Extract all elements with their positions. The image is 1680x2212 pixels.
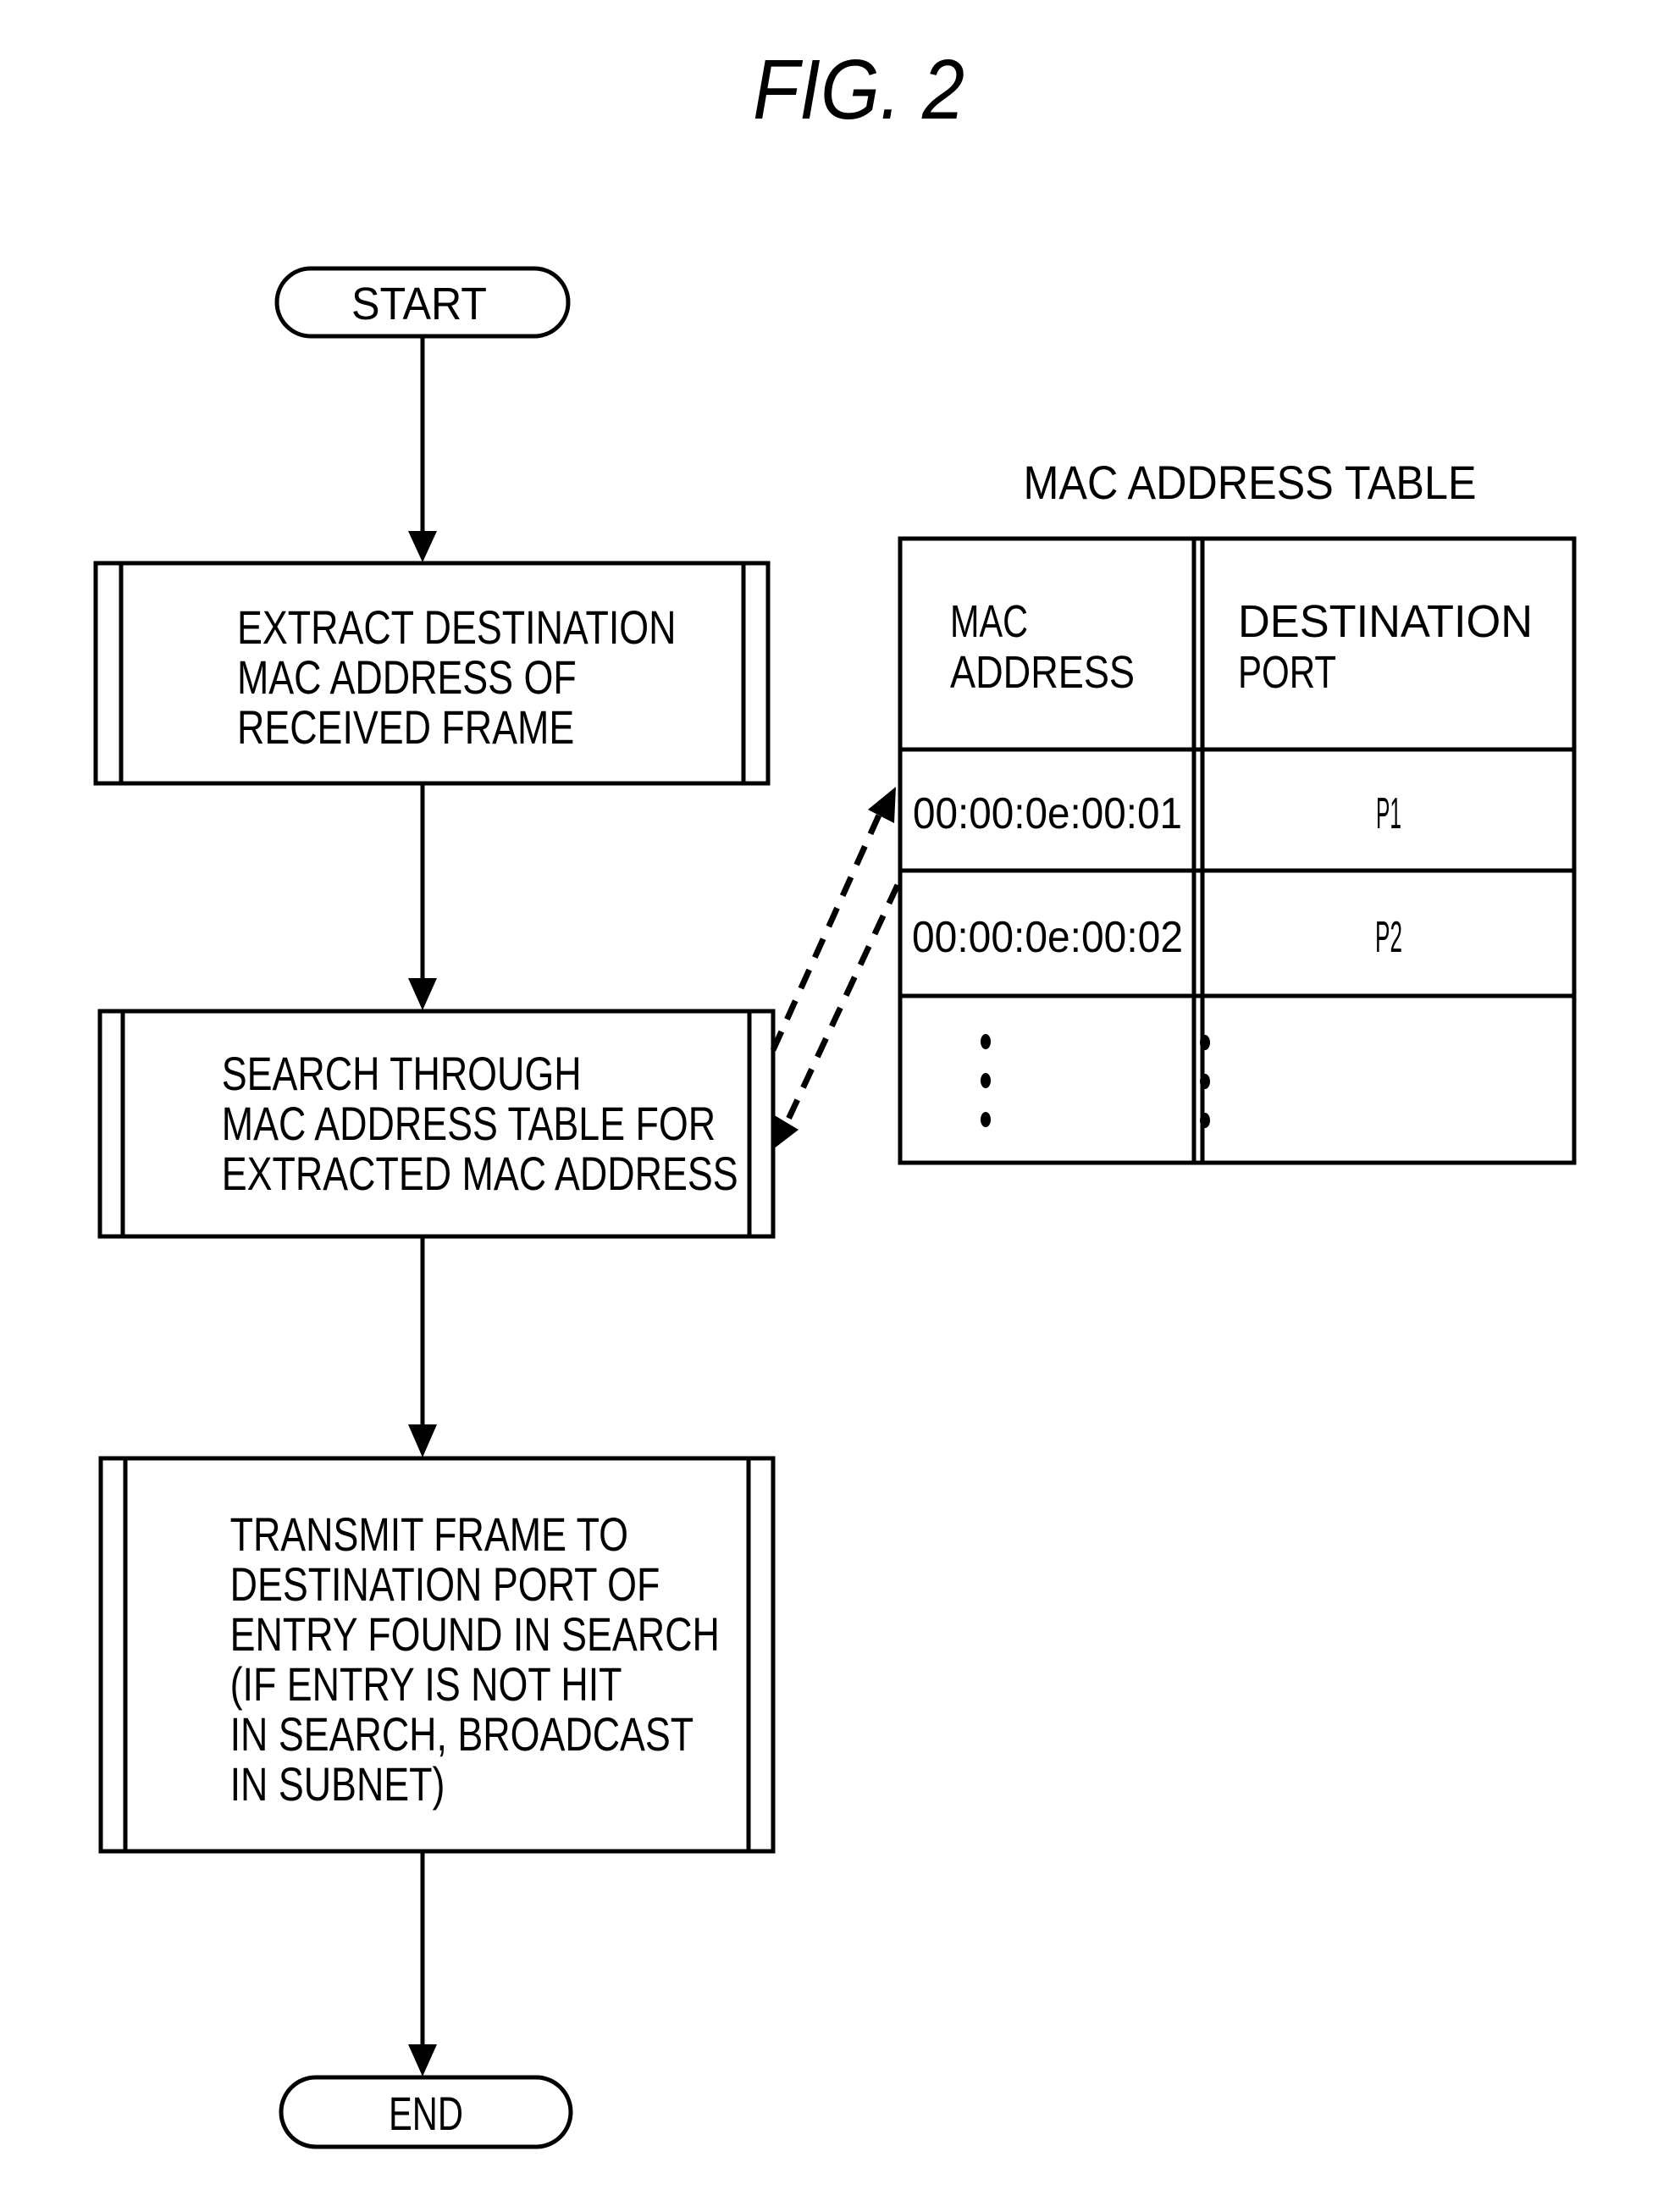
table-row-continuation xyxy=(981,1034,1210,1128)
connector-step2-to-step3 xyxy=(408,1236,437,1457)
start-terminal: START xyxy=(274,266,571,339)
connector-step3-to-end xyxy=(408,1851,437,2077)
step-text-line: ENTRY FOUND IN SEARCH xyxy=(230,1607,720,1661)
figure-title: FIG. 2 xyxy=(753,42,964,137)
mac-address-table: MAC ADDRESS DESTINATION PORT 00:00:0e:00… xyxy=(898,536,1577,1165)
table-header-destination-port: DESTINATION PORT xyxy=(1238,596,1533,698)
lookup-result-arrow xyxy=(773,883,901,1149)
step-text-line: RECEIVED FRAME xyxy=(237,700,574,754)
step-text-line: IN SUBNET) xyxy=(230,1757,445,1811)
step-1-text: EXTRACT DESTINATION MAC ADDRESS OF RECEIVE… xyxy=(237,600,677,754)
table-row: 00:00:0e:00:02 P2 xyxy=(912,913,1402,962)
step-text-line: EXTRACTED MAC ADDRESS xyxy=(222,1147,738,1200)
step-text-line: EXTRACT DESTINATION xyxy=(237,600,677,654)
arrowhead-icon xyxy=(408,978,437,1010)
port-cell: P2 xyxy=(1375,913,1402,962)
table-header-mac-address: MAC ADDRESS xyxy=(950,596,1135,698)
port-cell: P1 xyxy=(1376,789,1401,838)
ellipsis-dot xyxy=(981,1112,991,1127)
connector-step1-to-step2 xyxy=(408,783,437,1010)
mac-cell: 00:00:0e:00:02 xyxy=(912,913,1183,962)
ellipsis-dot xyxy=(981,1073,991,1088)
ellipsis-dot xyxy=(1200,1113,1210,1128)
step-text-line: TRANSMIT FRAME TO xyxy=(230,1507,628,1561)
step-2-text: SEARCH THROUGH MAC ADDRESS TABLE FOR EXTRA… xyxy=(222,1047,738,1200)
step-3-text: TRANSMIT FRAME TO DESTINATION PORT OF ENTR… xyxy=(230,1507,720,1811)
ellipsis-dot xyxy=(1200,1074,1210,1089)
step-text-line: MAC ADDRESS TABLE FOR xyxy=(222,1097,716,1150)
connector-start-to-step1 xyxy=(408,337,437,562)
process-step-2: SEARCH THROUGH MAC ADDRESS TABLE FOR EXTRA… xyxy=(97,1009,776,1239)
start-label: START xyxy=(351,279,487,329)
mac-cell: 00:00:0e:00:01 xyxy=(913,789,1182,838)
step-text-line: IN SEARCH, BROADCAST xyxy=(230,1707,694,1761)
arrowhead-icon xyxy=(408,2044,437,2077)
step-text-line: (IF ENTRY IS NOT HIT xyxy=(230,1657,622,1711)
ellipsis-dot xyxy=(1200,1035,1210,1050)
ellipsis-dot xyxy=(981,1034,991,1049)
mac-table-title: MAC ADDRESS TABLE xyxy=(1024,456,1477,509)
step-text-line: SEARCH THROUGH xyxy=(222,1047,582,1100)
process-step-1: EXTRACT DESTINATION MAC ADDRESS OF RECEIVE… xyxy=(93,561,771,786)
arrowhead-icon xyxy=(773,1114,799,1149)
process-step-3: TRANSMIT FRAME TO DESTINATION PORT OF ENTR… xyxy=(98,1456,776,1854)
ellipsis-icon xyxy=(981,1034,991,1127)
end-terminal: END xyxy=(279,2075,573,2149)
table-row: 00:00:0e:00:01 P1 xyxy=(913,789,1401,838)
flowchart-diagram: FIG. 2 START EXTRACT DESTINATION MAC ADDR… xyxy=(93,42,1577,2149)
header-mac-line-2: ADDRESS xyxy=(950,647,1135,698)
header-port-line-1: DESTINATION xyxy=(1238,596,1533,647)
arrowhead-icon xyxy=(408,1424,437,1457)
lookup-request-arrow xyxy=(770,787,896,1052)
header-mac-line-1: MAC xyxy=(950,596,1028,647)
end-label: END xyxy=(389,2087,463,2140)
arrowhead-icon xyxy=(408,531,437,562)
arrowhead-icon xyxy=(868,787,896,823)
header-port-line-2: PORT xyxy=(1238,647,1336,698)
step-text-line: MAC ADDRESS OF xyxy=(237,650,577,704)
step-text-line: DESTINATION PORT OF xyxy=(230,1557,660,1611)
